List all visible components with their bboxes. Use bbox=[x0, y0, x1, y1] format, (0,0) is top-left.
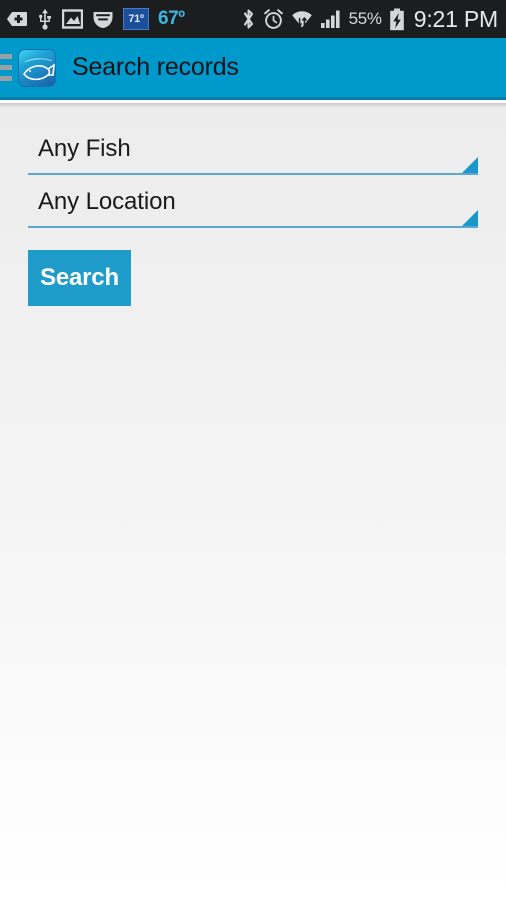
weather-badge-temp: 71º bbox=[123, 8, 149, 30]
weather-outdoor-temp: 67º bbox=[158, 8, 185, 29]
status-bar-right-group: 55% 9:21 PM bbox=[241, 6, 498, 33]
alarm-clock-icon bbox=[263, 8, 283, 29]
add-tag-icon bbox=[7, 12, 27, 26]
location-spinner-value: Any Location bbox=[38, 188, 176, 215]
hamburger-menu-icon[interactable] bbox=[0, 37, 16, 99]
battery-percent-label: 55% bbox=[348, 9, 382, 28]
page-title: Search records bbox=[72, 53, 239, 81]
hamburger-bar-3 bbox=[0, 76, 12, 81]
hamburger-bar-2 bbox=[0, 65, 12, 70]
vpn-shield-icon bbox=[93, 12, 113, 28]
dropdown-triangle-icon bbox=[462, 210, 478, 226]
status-bar-left-group: 71º 67º bbox=[6, 8, 185, 30]
search-form-panel: Any Fish Any Location Search bbox=[0, 103, 506, 900]
fish-spinner[interactable]: Any Fish bbox=[28, 125, 478, 175]
usb-icon bbox=[39, 9, 51, 30]
bluetooth-icon bbox=[243, 9, 253, 29]
search-button[interactable]: Search bbox=[28, 250, 131, 306]
screenshot-image-icon bbox=[62, 9, 83, 29]
app-bar: Search records bbox=[0, 38, 506, 100]
location-spinner[interactable]: Any Location bbox=[28, 178, 478, 228]
app-screen: 71º 67º 55% 9:21 PM Search records Any F… bbox=[0, 0, 506, 900]
wifi-icon bbox=[291, 10, 312, 27]
hamburger-bar-1 bbox=[0, 54, 12, 59]
fish-app-icon bbox=[18, 48, 56, 87]
cellular-signal-icon bbox=[320, 10, 340, 28]
fish-spinner-value: Any Fish bbox=[38, 135, 131, 162]
battery-charging-icon bbox=[389, 8, 404, 30]
status-bar: 71º 67º 55% 9:21 PM bbox=[0, 0, 506, 38]
dropdown-triangle-icon bbox=[462, 157, 478, 173]
status-bar-clock: 9:21 PM bbox=[413, 5, 498, 32]
